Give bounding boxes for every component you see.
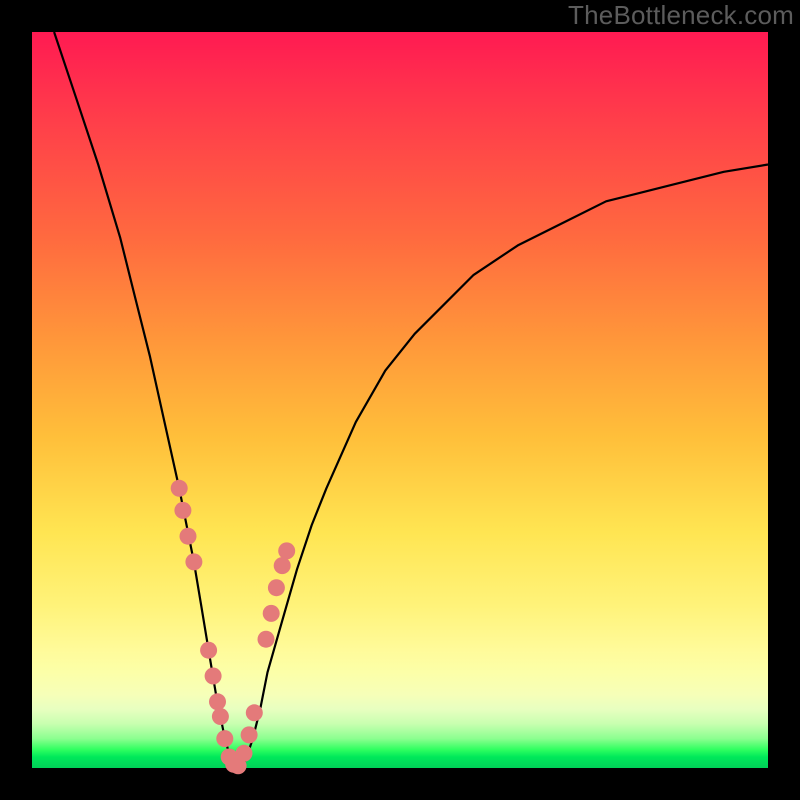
data-dot — [268, 579, 285, 596]
data-dot — [246, 704, 263, 721]
data-dot — [200, 642, 217, 659]
watermark-text: TheBottleneck.com — [568, 0, 794, 31]
curve-layer — [32, 32, 768, 768]
data-dot — [241, 726, 258, 743]
data-dot — [258, 631, 275, 648]
bottleneck-curve-path — [54, 32, 768, 768]
data-dot — [278, 542, 295, 559]
data-dot — [209, 693, 226, 710]
plot-area — [32, 32, 768, 768]
data-dot — [212, 708, 229, 725]
data-dot — [274, 557, 291, 574]
data-dot — [205, 668, 222, 685]
data-dot — [185, 553, 202, 570]
data-dot — [174, 502, 191, 519]
dot-clusters — [171, 480, 296, 775]
data-dot — [216, 730, 233, 747]
data-dot — [171, 480, 188, 497]
data-dot — [236, 745, 253, 762]
chart-frame: TheBottleneck.com — [0, 0, 800, 800]
data-dot — [263, 605, 280, 622]
data-dot — [180, 528, 197, 545]
bottleneck-curve — [54, 32, 768, 768]
